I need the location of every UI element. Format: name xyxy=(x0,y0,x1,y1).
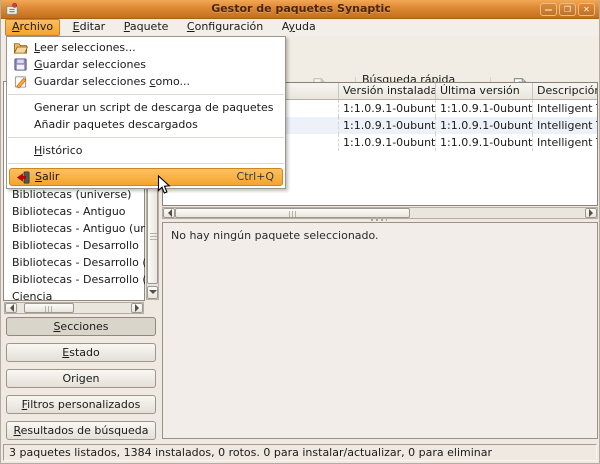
scroll-right-button[interactable] xyxy=(131,303,143,313)
section-item[interactable]: Bibliotecas - Antiguo xyxy=(7,203,145,220)
column-header-latest-version[interactable]: Última versión xyxy=(436,83,533,100)
scroll-left-button[interactable] xyxy=(5,303,17,313)
scrollbar-thumb[interactable] xyxy=(24,303,74,313)
description-panel: No hay ningún paquete seleccionado. xyxy=(162,222,598,439)
origin-button[interactable]: Origen xyxy=(6,369,156,388)
floppy-disk-icon xyxy=(12,56,29,73)
search-results-button[interactable]: Resultados de búsqueda xyxy=(6,421,156,440)
synaptic-window: Gestor de paquetes Synaptic — ❐ ✕ Archiv… xyxy=(0,0,600,464)
arrow-left-icon xyxy=(6,304,14,312)
menu-separator xyxy=(8,137,284,138)
menuitem-save-selections[interactable]: Guardar selecciones xyxy=(7,56,285,73)
file-menu-dropdown: Leer selecciones... Guardar selecciones … xyxy=(6,36,286,189)
statusbar: 3 paquetes listados, 1384 instalados, 0 … xyxy=(3,444,597,461)
minimize-icon: — xyxy=(545,5,553,14)
column-header-installed-version[interactable]: Versión instalada xyxy=(339,83,436,100)
sections-button[interactable]: Secciones xyxy=(6,317,156,336)
menu-editar[interactable]: Editar xyxy=(67,19,112,36)
menuitem-quit[interactable]: Salir Ctrl+Q xyxy=(9,168,283,186)
open-folder-icon xyxy=(12,39,29,56)
scroll-right-button[interactable] xyxy=(585,208,597,218)
scrollbar-grip xyxy=(289,211,298,217)
maximize-icon: ❐ xyxy=(564,5,571,14)
menuitem-read-selections[interactable]: Leer selecciones... xyxy=(7,39,285,56)
scrollbar-grip xyxy=(150,233,157,240)
menuitem-history[interactable]: Histórico xyxy=(7,142,285,159)
menuitem-add-downloaded-packages[interactable]: Añadir paquetes descargados xyxy=(7,116,285,133)
menu-ayuda[interactable]: Ayuda xyxy=(276,19,322,36)
section-item[interactable]: Bibliotecas - Antiguo (univer xyxy=(7,220,145,237)
window-title: Gestor de paquetes Synaptic xyxy=(1,2,600,15)
menuitem-save-selections-as[interactable]: Guardar selecciones como... xyxy=(7,73,285,90)
pane-splitter-handle[interactable] xyxy=(371,217,387,221)
titlebar: Gestor de paquetes Synaptic — ❐ ✕ xyxy=(1,0,600,19)
close-icon: ✕ xyxy=(583,5,590,14)
save-as-pencil-icon xyxy=(12,73,29,90)
section-item[interactable]: Bibliotecas - Desarrollo (uni xyxy=(7,271,145,288)
maximize-button[interactable]: ❐ xyxy=(559,3,576,16)
menu-archivo[interactable]: Archivo xyxy=(5,19,60,36)
scroll-left-button[interactable] xyxy=(163,208,175,218)
section-item[interactable]: Ciencia xyxy=(7,288,145,300)
status-button[interactable]: Estado xyxy=(6,343,156,362)
section-item[interactable]: Bibliotecas - Desarrollo xyxy=(7,237,145,254)
no-package-selected-message: No hay ningún paquete seleccionado. xyxy=(171,229,379,242)
arrow-right-icon xyxy=(135,304,143,312)
statusbar-text: 3 paquetes listados, 1384 instalados, 0 … xyxy=(9,446,492,459)
menu-separator xyxy=(8,94,284,95)
menubar: Archivo Editar Paquete Configuración Ayu… xyxy=(1,19,600,36)
menu-paquete[interactable]: Paquete xyxy=(118,19,175,36)
arrow-left-icon xyxy=(164,209,172,217)
custom-filters-button[interactable]: Filtros personalizados xyxy=(6,395,156,414)
scrollbar-grip xyxy=(45,306,54,312)
scrollbar-thumb[interactable] xyxy=(147,187,158,284)
column-header-description[interactable]: Descripción xyxy=(533,83,597,100)
quit-icon xyxy=(15,169,32,186)
menuitem-generate-download-script[interactable]: Generar un script de descarga de paquete… xyxy=(7,99,285,116)
close-button[interactable]: ✕ xyxy=(578,3,595,16)
section-item[interactable]: Bibliotecas - Desarrollo (mu xyxy=(7,254,145,271)
minimize-button[interactable]: — xyxy=(540,3,557,16)
arrow-right-icon xyxy=(589,209,597,217)
mouse-cursor xyxy=(157,175,171,198)
arrow-down-icon xyxy=(149,290,157,298)
sections-horizontal-scrollbar[interactable] xyxy=(4,302,144,314)
scroll-down-button[interactable] xyxy=(147,286,158,299)
menu-separator xyxy=(8,163,284,164)
quit-shortcut: Ctrl+Q xyxy=(237,169,274,185)
menu-configuracion[interactable]: Configuración xyxy=(181,19,269,36)
